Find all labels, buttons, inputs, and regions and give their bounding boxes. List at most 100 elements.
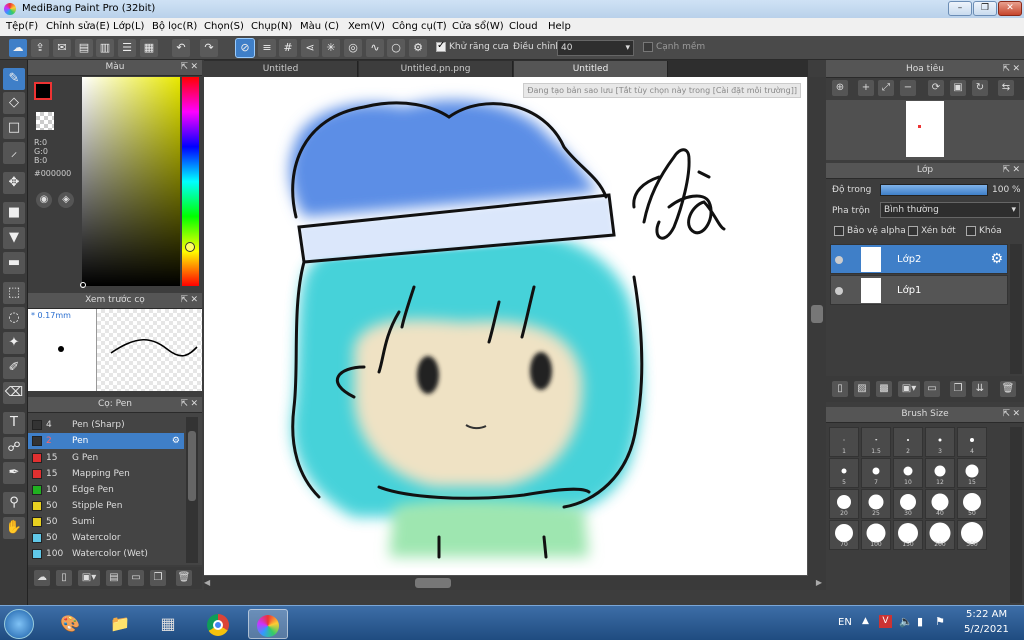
navigator-view[interactable] bbox=[826, 100, 1024, 160]
adjust-select[interactable]: 40 ▾ bbox=[557, 40, 634, 56]
brush-item[interactable]: 50 Stipple Pen bbox=[28, 498, 188, 514]
scroll-thumb[interactable] bbox=[188, 431, 196, 501]
layer-item[interactable]: Lớp1 bbox=[830, 275, 1008, 305]
zoom-in-icon[interactable]: + bbox=[858, 80, 874, 96]
layer-scrollbar[interactable] bbox=[1010, 244, 1022, 374]
new-8bit-layer-icon[interactable]: ▩ bbox=[876, 381, 892, 397]
new-layer-icon[interactable]: ▯ bbox=[832, 381, 848, 397]
document-icon[interactable]: ▥ bbox=[96, 39, 114, 57]
brush-item[interactable]: 50 Watercolor bbox=[28, 530, 188, 546]
close-icon[interactable]: ✕ bbox=[1012, 163, 1020, 177]
operation-tool-icon[interactable]: ☍ bbox=[3, 437, 25, 459]
brush-size-scrollbar[interactable] bbox=[1010, 427, 1022, 603]
trash-icon[interactable]: 🗑 bbox=[176, 570, 192, 586]
snap-off-icon[interactable]: ⊘ bbox=[235, 38, 255, 58]
close-icon[interactable]: ✕ bbox=[190, 293, 198, 307]
expand-icon[interactable]: ⇱ bbox=[180, 397, 188, 411]
bucket-tool-icon[interactable]: ▼ bbox=[3, 227, 25, 249]
menu-edit[interactable]: Chỉnh sửa(E) bbox=[46, 21, 110, 32]
visibility-icon[interactable] bbox=[835, 287, 843, 295]
close-button[interactable]: ✕ bbox=[998, 1, 1022, 16]
eyedropper-tool-icon[interactable]: ⚲ bbox=[3, 492, 25, 514]
brush-size-option[interactable]: 4 bbox=[957, 427, 987, 457]
text-tool-icon[interactable]: T bbox=[3, 412, 25, 434]
scroll-thumb[interactable] bbox=[415, 578, 451, 588]
close-icon[interactable]: ✕ bbox=[1012, 60, 1020, 78]
clipping-checkbox[interactable] bbox=[908, 226, 918, 236]
circle-snap-icon[interactable]: ◎ bbox=[344, 39, 362, 57]
clock-time[interactable]: 5:22 AM bbox=[966, 609, 1007, 620]
expand-icon[interactable]: ⇱ bbox=[1002, 163, 1010, 177]
brush-list-scrollbar[interactable] bbox=[186, 417, 198, 563]
menu-select[interactable]: Chọn(S) bbox=[204, 21, 244, 32]
menu-view[interactable]: Xem(V) bbox=[348, 21, 385, 32]
show-hidden-icons[interactable]: ▲ bbox=[862, 616, 869, 626]
maximize-button[interactable]: ❐ bbox=[973, 1, 997, 16]
brush-size-option[interactable]: 2 bbox=[893, 427, 923, 457]
rotate-icon[interactable]: ⟳ bbox=[928, 80, 944, 96]
lock-checkbox[interactable] bbox=[966, 226, 976, 236]
actual-size-icon[interactable]: ⤢ bbox=[878, 80, 894, 96]
brush-size-option[interactable]: 1 bbox=[829, 427, 859, 457]
radial-snap-icon[interactable]: ✳ bbox=[322, 39, 340, 57]
duplicate-icon[interactable]: ❐ bbox=[950, 381, 966, 397]
fit-screen-icon[interactable]: ▣ bbox=[950, 80, 966, 96]
brush-item[interactable]: 15 G Pen bbox=[28, 450, 188, 466]
reset-rotation-icon[interactable]: ↻ bbox=[972, 80, 988, 96]
layer-item-selected[interactable]: Lớp2 ⚙ bbox=[830, 244, 1008, 274]
panel-icon[interactable]: ▤ bbox=[75, 39, 93, 57]
brush-size-option[interactable]: 12 bbox=[925, 458, 955, 488]
menu-tools[interactable]: Công cụ(T) bbox=[392, 21, 447, 32]
duplicate-icon[interactable]: ❐ bbox=[150, 570, 166, 586]
cloud-brush-icon[interactable]: ☁ bbox=[34, 570, 50, 586]
hand-tool-icon[interactable]: ✋ bbox=[3, 517, 25, 539]
foreground-color-swatch[interactable] bbox=[34, 82, 52, 100]
brush-size-option[interactable]: 300 bbox=[957, 520, 987, 550]
expand-icon[interactable]: ⇱ bbox=[180, 293, 188, 307]
brush-size-option[interactable]: 5 bbox=[829, 458, 859, 488]
brush-size-option[interactable]: 30 bbox=[893, 489, 923, 519]
medibang-taskbar-icon[interactable] bbox=[248, 609, 288, 639]
dropper-tool-icon[interactable]: ✒ bbox=[3, 462, 25, 484]
close-icon[interactable]: ✕ bbox=[1012, 407, 1020, 421]
palette-edit-icon[interactable]: ◈ bbox=[58, 192, 74, 208]
brush-item[interactable]: 100 Watercolor (Wet) bbox=[28, 546, 188, 562]
canvas-horizontal-scrollbar[interactable]: ◀ ▶ bbox=[204, 576, 826, 590]
brush-settings-icon[interactable]: ▤ bbox=[106, 570, 122, 586]
list-icon[interactable]: ☰ bbox=[118, 39, 136, 57]
menu-layer[interactable]: Lớp(L) bbox=[113, 21, 144, 32]
brush-size-option[interactable]: 70 bbox=[829, 520, 859, 550]
cross-snap-icon[interactable]: # bbox=[279, 39, 297, 57]
undo-icon[interactable]: ↶ bbox=[172, 39, 190, 57]
close-icon[interactable]: ✕ bbox=[190, 60, 198, 74]
brush-tool-icon[interactable]: ✎ bbox=[3, 68, 25, 90]
fill-rect-tool-icon[interactable]: ■ bbox=[3, 202, 25, 224]
gear-icon[interactable]: ⚙ bbox=[172, 433, 180, 449]
app-icon[interactable]: ▦ bbox=[148, 609, 188, 639]
magic-wand-tool-icon[interactable]: ✦ bbox=[3, 332, 25, 354]
antialias-checkbox[interactable] bbox=[436, 40, 446, 52]
brush-item[interactable]: 4 Pen (Sharp) bbox=[28, 417, 188, 433]
network-icon[interactable]: ▮ bbox=[917, 615, 923, 628]
expand-icon[interactable]: ⇱ bbox=[1002, 60, 1010, 78]
action-center-icon[interactable]: ⚑ bbox=[935, 615, 945, 628]
brush-size-option[interactable]: 50 bbox=[957, 489, 987, 519]
add-layer-menu-icon[interactable]: ▣▾ bbox=[898, 381, 920, 397]
speaker-icon[interactable]: 🔈 bbox=[899, 615, 913, 628]
brush-item-selected[interactable]: 2 Pen ⚙ bbox=[28, 433, 184, 449]
palette-icon[interactable]: ◉ bbox=[36, 192, 52, 208]
move-tool-icon[interactable]: ✥ bbox=[3, 172, 25, 194]
chrome-icon[interactable] bbox=[198, 609, 238, 639]
paint-app-icon[interactable]: 🎨 bbox=[50, 609, 90, 639]
brush-size-option[interactable]: 20 bbox=[829, 489, 859, 519]
tab-untitled-active[interactable]: Untitled bbox=[514, 61, 668, 77]
menu-window[interactable]: Cửa sổ(W) bbox=[452, 21, 504, 32]
visibility-icon[interactable] bbox=[835, 256, 843, 264]
close-icon[interactable]: ✕ bbox=[190, 397, 198, 411]
parallel-snap-icon[interactable]: ≡ bbox=[258, 39, 276, 57]
lasso-tool-icon[interactable]: ◌ bbox=[3, 307, 25, 329]
merge-down-icon[interactable]: ⇊ bbox=[972, 381, 988, 397]
flip-icon[interactable]: ⇆ bbox=[998, 80, 1014, 96]
brush-item[interactable]: 10 Edge Pen bbox=[28, 482, 188, 498]
antivirus-icon[interactable]: V bbox=[879, 615, 892, 628]
